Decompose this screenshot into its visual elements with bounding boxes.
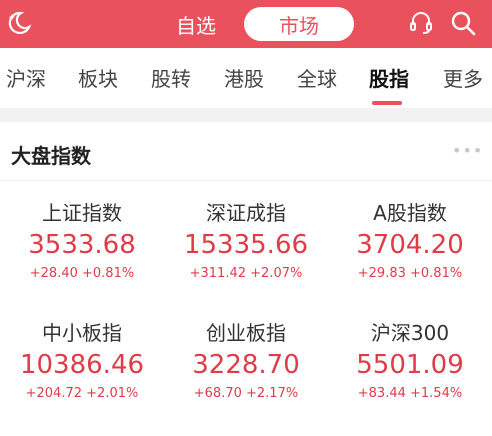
index-name: 深证成指 <box>206 201 286 225</box>
divider <box>0 180 492 181</box>
index-tile-csi-300[interactable]: 沪深300 5501.09 +83.44 +1.54% <box>328 320 492 403</box>
tab-sectors[interactable]: 板块 <box>78 48 118 108</box>
index-tile-shanghai-composite[interactable]: 上证指数 3533.68 +28.40 +0.81% <box>0 200 164 283</box>
tab-indices[interactable]: 股指 <box>369 48 409 108</box>
index-value: 5501.09 <box>356 350 464 380</box>
section-title: 大盘指数 <box>11 144 91 168</box>
index-tile-chinext[interactable]: 创业板指 3228.70 +68.70 +2.17% <box>164 320 328 403</box>
index-change: +311.42 +2.07% <box>164 265 328 283</box>
change-percent: +2.07% <box>250 266 303 281</box>
tab-market[interactable]: 市场 <box>244 7 354 41</box>
tab-more[interactable]: 更多 <box>443 48 483 108</box>
search-icon[interactable] <box>448 8 478 38</box>
tab-global[interactable]: 全球 <box>297 48 337 108</box>
market-tabs: 沪深 板块 股转 港股 全球 股指 更多 <box>0 48 492 108</box>
tab-neeq[interactable]: 股转 <box>151 48 191 108</box>
tab-watchlist[interactable]: 自选 <box>158 7 234 41</box>
index-change: +83.44 +1.54% <box>328 385 492 403</box>
index-name: A股指数 <box>373 201 447 225</box>
index-tile-shenzhen-component[interactable]: 深证成指 15335.66 +311.42 +2.07% <box>164 200 328 283</box>
change-percent: +2.17% <box>246 386 299 401</box>
index-name: 创业板指 <box>206 321 286 345</box>
tab-shanghai-shenzhen[interactable]: 沪深 <box>6 48 46 108</box>
change-percent: +2.01% <box>86 386 139 401</box>
change-amount: +28.40 <box>29 266 78 281</box>
index-tile-a-share[interactable]: A股指数 3704.20 +29.83 +0.81% <box>328 200 492 283</box>
index-change: +28.40 +0.81% <box>0 265 164 283</box>
change-amount: +29.83 <box>357 266 406 281</box>
index-value: 3533.68 <box>28 230 136 260</box>
index-name: 中小板指 <box>42 321 122 345</box>
change-amount: +83.44 <box>357 386 406 401</box>
more-options-icon[interactable]: ••• <box>452 143 483 159</box>
index-name: 上证指数 <box>42 201 122 225</box>
tab-hk-stocks[interactable]: 港股 <box>224 48 264 108</box>
index-tile-sme-board[interactable]: 中小板指 10386.46 +204.72 +2.01% <box>0 320 164 403</box>
market-index-card: 大盘指数 ••• 上证指数 3533.68 +28.40 +0.81% 深证成指… <box>0 122 492 436</box>
index-value: 3704.20 <box>356 230 464 260</box>
active-tab-indicator <box>372 101 402 105</box>
index-change: +29.83 +0.81% <box>328 265 492 283</box>
change-amount: +311.42 <box>189 266 247 281</box>
moon-icon[interactable] <box>4 8 34 38</box>
index-value: 15335.66 <box>183 230 309 260</box>
customer-service-icon[interactable] <box>406 8 436 38</box>
index-change: +68.70 +2.17% <box>164 385 328 403</box>
change-percent: +0.81% <box>82 266 135 281</box>
change-amount: +68.70 <box>193 386 242 401</box>
change-amount: +204.72 <box>25 386 83 401</box>
change-percent: +0.81% <box>410 266 463 281</box>
index-value: 3228.70 <box>192 350 300 380</box>
change-percent: +1.54% <box>410 386 463 401</box>
index-value: 10386.46 <box>19 350 145 380</box>
top-bar: 自选 市场 <box>0 0 492 48</box>
index-name: 沪深300 <box>370 321 450 345</box>
index-change: +204.72 +2.01% <box>0 385 164 403</box>
